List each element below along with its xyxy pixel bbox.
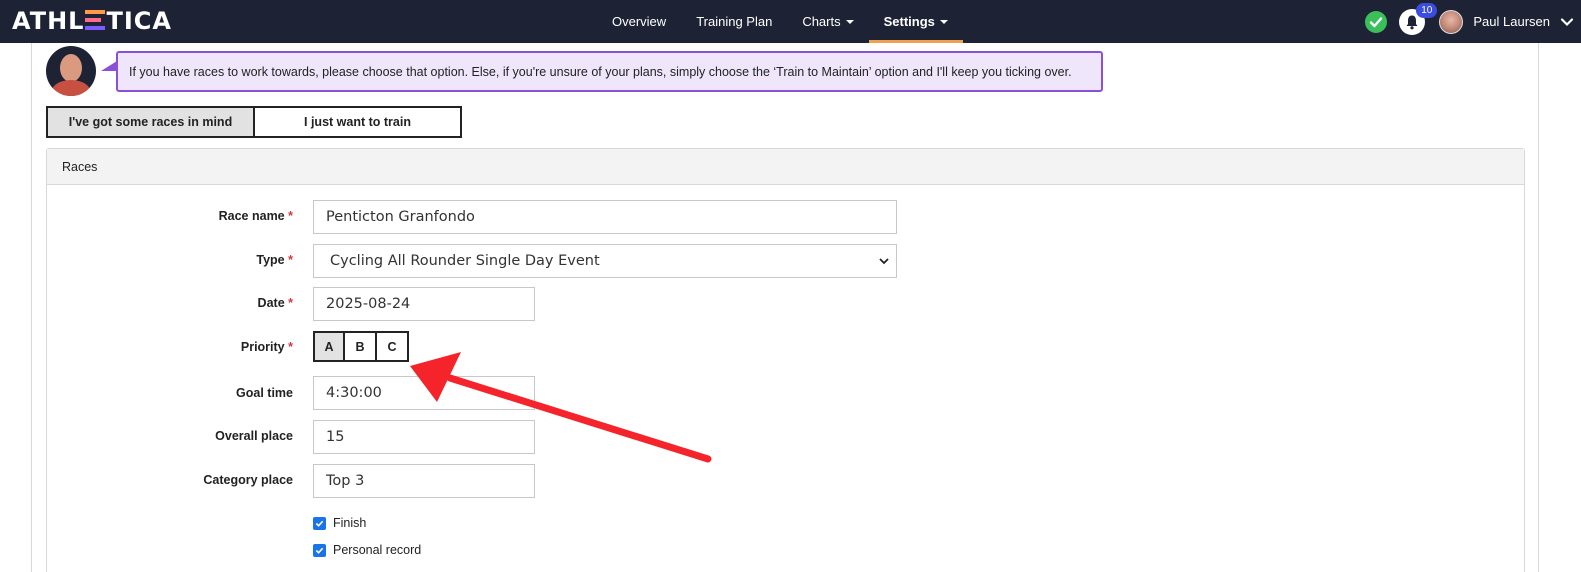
races-panel-title: Races xyxy=(62,159,98,174)
notifications-bell-icon[interactable]: 10 xyxy=(1399,2,1438,35)
priority-label: Priority * xyxy=(240,340,293,354)
notification-count-badge: 10 xyxy=(1416,2,1438,18)
category-place-input[interactable]: Top 3 xyxy=(313,464,535,498)
user-avatar[interactable] xyxy=(1439,9,1464,34)
race-name-input[interactable]: Penticton Granfondo xyxy=(313,200,897,234)
type-select-value: Cycling All Rounder Single Day Event xyxy=(330,253,600,269)
caret-down-icon xyxy=(845,19,854,24)
overall-place-label: Overall place xyxy=(215,429,293,443)
priority-toggle: A B C xyxy=(313,331,409,362)
required-marker: * xyxy=(288,296,293,310)
finish-checkbox[interactable] xyxy=(313,516,326,530)
required-marker: * xyxy=(288,340,293,354)
personal-record-checkbox-row[interactable]: Personal record xyxy=(313,543,421,557)
nav-overview-label: Overview xyxy=(612,14,667,29)
date-value: 2025-08-24 xyxy=(326,296,411,312)
goal-time-label: Goal time xyxy=(236,386,293,400)
date-label: Date * xyxy=(257,296,293,310)
goal-time-input[interactable]: 4:30:00 xyxy=(313,376,535,410)
status-check-icon[interactable] xyxy=(1365,10,1388,33)
date-input[interactable]: 2025-08-24 xyxy=(313,287,535,321)
athletica-logo[interactable]: ATHL TICA xyxy=(12,7,172,35)
nav-charts[interactable]: Charts xyxy=(787,0,868,43)
required-marker: * xyxy=(288,209,293,223)
chevron-down-icon[interactable] xyxy=(1558,13,1576,31)
coach-message-text: If you have races to work towards, pleas… xyxy=(129,64,1072,79)
top-navbar: ATHL TICA Overview Training Plan Charts S… xyxy=(0,0,1581,43)
race-name-label: Race name * xyxy=(218,209,293,223)
coach-avatar xyxy=(46,46,96,96)
just-train-button[interactable]: I just want to train xyxy=(255,106,462,138)
type-label: Type * xyxy=(256,253,293,267)
overall-place-input[interactable]: 15 xyxy=(313,420,535,454)
race-name-value: Penticton Granfondo xyxy=(326,209,475,225)
races-panel-header: Races xyxy=(47,149,1524,185)
priority-b-button[interactable]: B xyxy=(345,331,377,362)
nav-charts-label: Charts xyxy=(802,14,841,29)
logo-e-icon xyxy=(85,9,106,31)
races-in-mind-label: I've got some races in mind xyxy=(68,115,233,129)
nav-training-plan-label: Training Plan xyxy=(696,14,773,29)
nav-training-plan[interactable]: Training Plan xyxy=(681,0,787,43)
personal-record-checkbox[interactable] xyxy=(313,543,326,557)
nav-overview[interactable]: Overview xyxy=(597,0,681,43)
chevron-down-icon xyxy=(879,258,889,265)
category-place-value: Top 3 xyxy=(326,473,365,489)
type-select[interactable]: Cycling All Rounder Single Day Event xyxy=(313,244,897,278)
coach-message-bubble: If you have races to work towards, pleas… xyxy=(116,51,1103,92)
header-right: 10 Paul Laursen xyxy=(1365,0,1581,43)
logo-text-right: TICA xyxy=(106,7,172,35)
just-train-label: I just want to train xyxy=(304,115,411,129)
plan-mode-toggle: I've got some races in mind I just want … xyxy=(46,106,462,138)
speech-bubble-tail xyxy=(101,61,117,71)
personal-record-label: Personal record xyxy=(333,543,422,557)
logo-text-left: ATHL xyxy=(12,7,85,35)
priority-c-button[interactable]: C xyxy=(377,331,409,362)
finish-label: Finish xyxy=(333,516,367,530)
finish-checkbox-row[interactable]: Finish xyxy=(313,516,366,530)
caret-down-icon xyxy=(939,19,948,24)
category-place-label: Category place xyxy=(203,473,293,487)
priority-a-button[interactable]: A xyxy=(313,331,345,362)
nav-settings-label: Settings xyxy=(883,14,935,29)
nav-settings[interactable]: Settings xyxy=(868,0,963,43)
races-in-mind-button[interactable]: I've got some races in mind xyxy=(46,106,255,138)
goal-time-value: 4:30:00 xyxy=(326,385,382,401)
main-nav: Overview Training Plan Charts Settings xyxy=(597,0,963,43)
required-marker: * xyxy=(288,253,293,267)
overall-place-value: 15 xyxy=(326,429,345,445)
username[interactable]: Paul Laursen xyxy=(1473,14,1550,29)
